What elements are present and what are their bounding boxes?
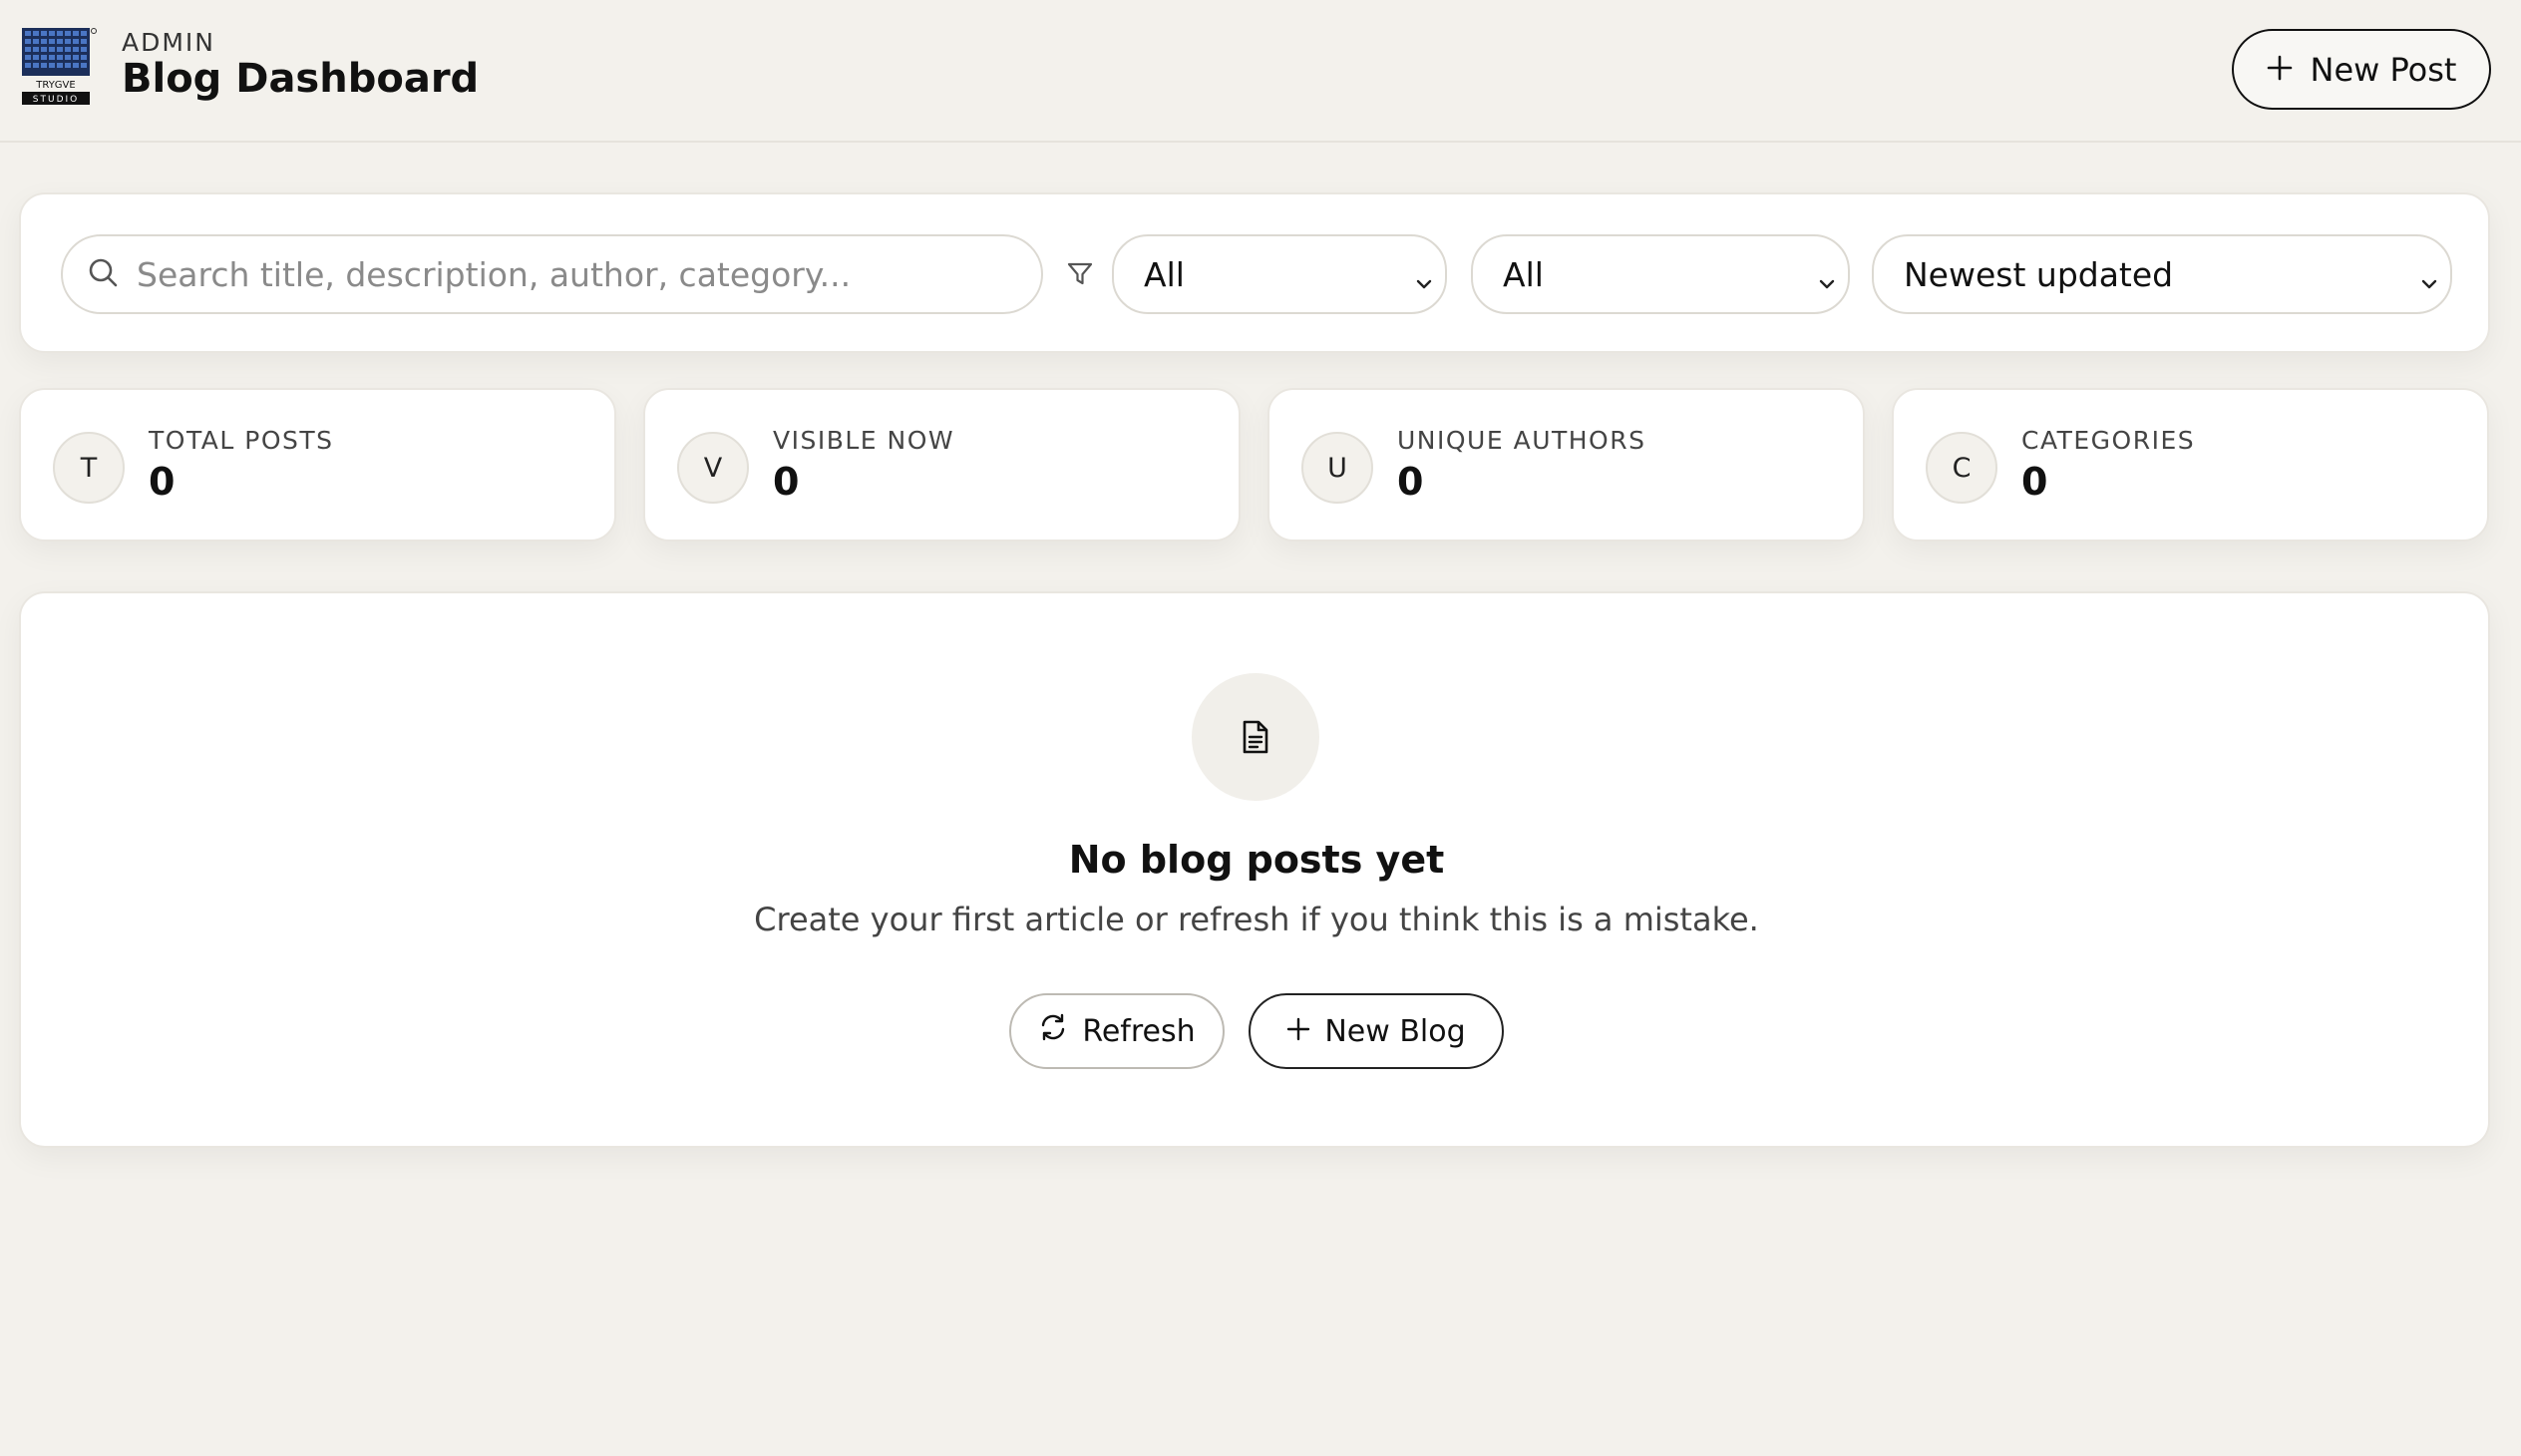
- refresh-icon: [1038, 1012, 1068, 1050]
- svg-text:STUDIO: STUDIO: [33, 95, 79, 105]
- chevron-down-icon: [1816, 264, 1838, 303]
- section-label: ADMIN: [122, 28, 215, 57]
- empty-state-panel: No blog posts yet Create your first arti…: [19, 591, 2490, 1148]
- sort-select[interactable]: Newest updated: [1872, 234, 2452, 314]
- stat-card-unique-authors: U UNIQUE AUTHORS 0: [1267, 388, 1865, 542]
- stat-label: VISIBLE NOW: [773, 426, 955, 455]
- search-icon: [87, 256, 119, 292]
- filter-icon: [1066, 260, 1094, 292]
- category-select-value: All: [1503, 254, 1544, 294]
- stat-card-total-posts: T TOTAL POSTS 0: [19, 388, 616, 542]
- stat-avatar: U: [1301, 432, 1373, 504]
- empty-state-title: No blog posts yet: [1068, 838, 1445, 882]
- empty-state-subtitle: Create your first article or refresh if …: [754, 901, 1759, 938]
- top-header: TRYGVE STUDIO ADMIN Blog Dashboard New P…: [0, 0, 2521, 143]
- svg-text:TRYGVE: TRYGVE: [35, 80, 75, 91]
- stat-label: UNIQUE AUTHORS: [1397, 426, 1646, 455]
- stat-value: 0: [2021, 460, 2048, 504]
- refresh-label: Refresh: [1082, 1013, 1196, 1049]
- stat-label: CATEGORIES: [2021, 426, 2196, 455]
- visibility-select[interactable]: All: [1112, 234, 1447, 314]
- stat-value: 0: [149, 460, 176, 504]
- new-blog-label: New Blog: [1324, 1013, 1466, 1049]
- stat-card-categories: C CATEGORIES 0: [1892, 388, 2489, 542]
- search-box[interactable]: [61, 234, 1043, 314]
- stat-label: TOTAL POSTS: [149, 426, 334, 455]
- plus-icon: [2267, 52, 2293, 88]
- category-select[interactable]: All: [1471, 234, 1850, 314]
- page-title: Blog Dashboard: [122, 56, 480, 102]
- stat-avatar: C: [1926, 432, 1997, 504]
- stat-avatar: T: [53, 432, 125, 504]
- filter-panel: All All Newest updated: [19, 192, 2490, 353]
- sort-select-value: Newest updated: [1904, 254, 2174, 294]
- plus-icon: [1286, 1014, 1310, 1049]
- new-blog-button[interactable]: New Blog: [1249, 993, 1504, 1069]
- stat-value: 0: [1397, 460, 1424, 504]
- stat-card-visible-now: V VISIBLE NOW 0: [643, 388, 1241, 542]
- refresh-button[interactable]: Refresh: [1009, 993, 1225, 1069]
- stat-avatar: V: [677, 432, 749, 504]
- new-post-label: New Post: [2310, 50, 2457, 89]
- stat-value: 0: [773, 460, 800, 504]
- chevron-down-icon: [1413, 264, 1435, 303]
- chevron-down-icon: [2418, 264, 2440, 303]
- search-input[interactable]: [137, 254, 1041, 294]
- document-icon: [1192, 673, 1319, 801]
- studio-logo: TRYGVE STUDIO: [22, 28, 97, 105]
- visibility-select-value: All: [1144, 254, 1185, 294]
- new-post-button[interactable]: New Post: [2232, 29, 2491, 110]
